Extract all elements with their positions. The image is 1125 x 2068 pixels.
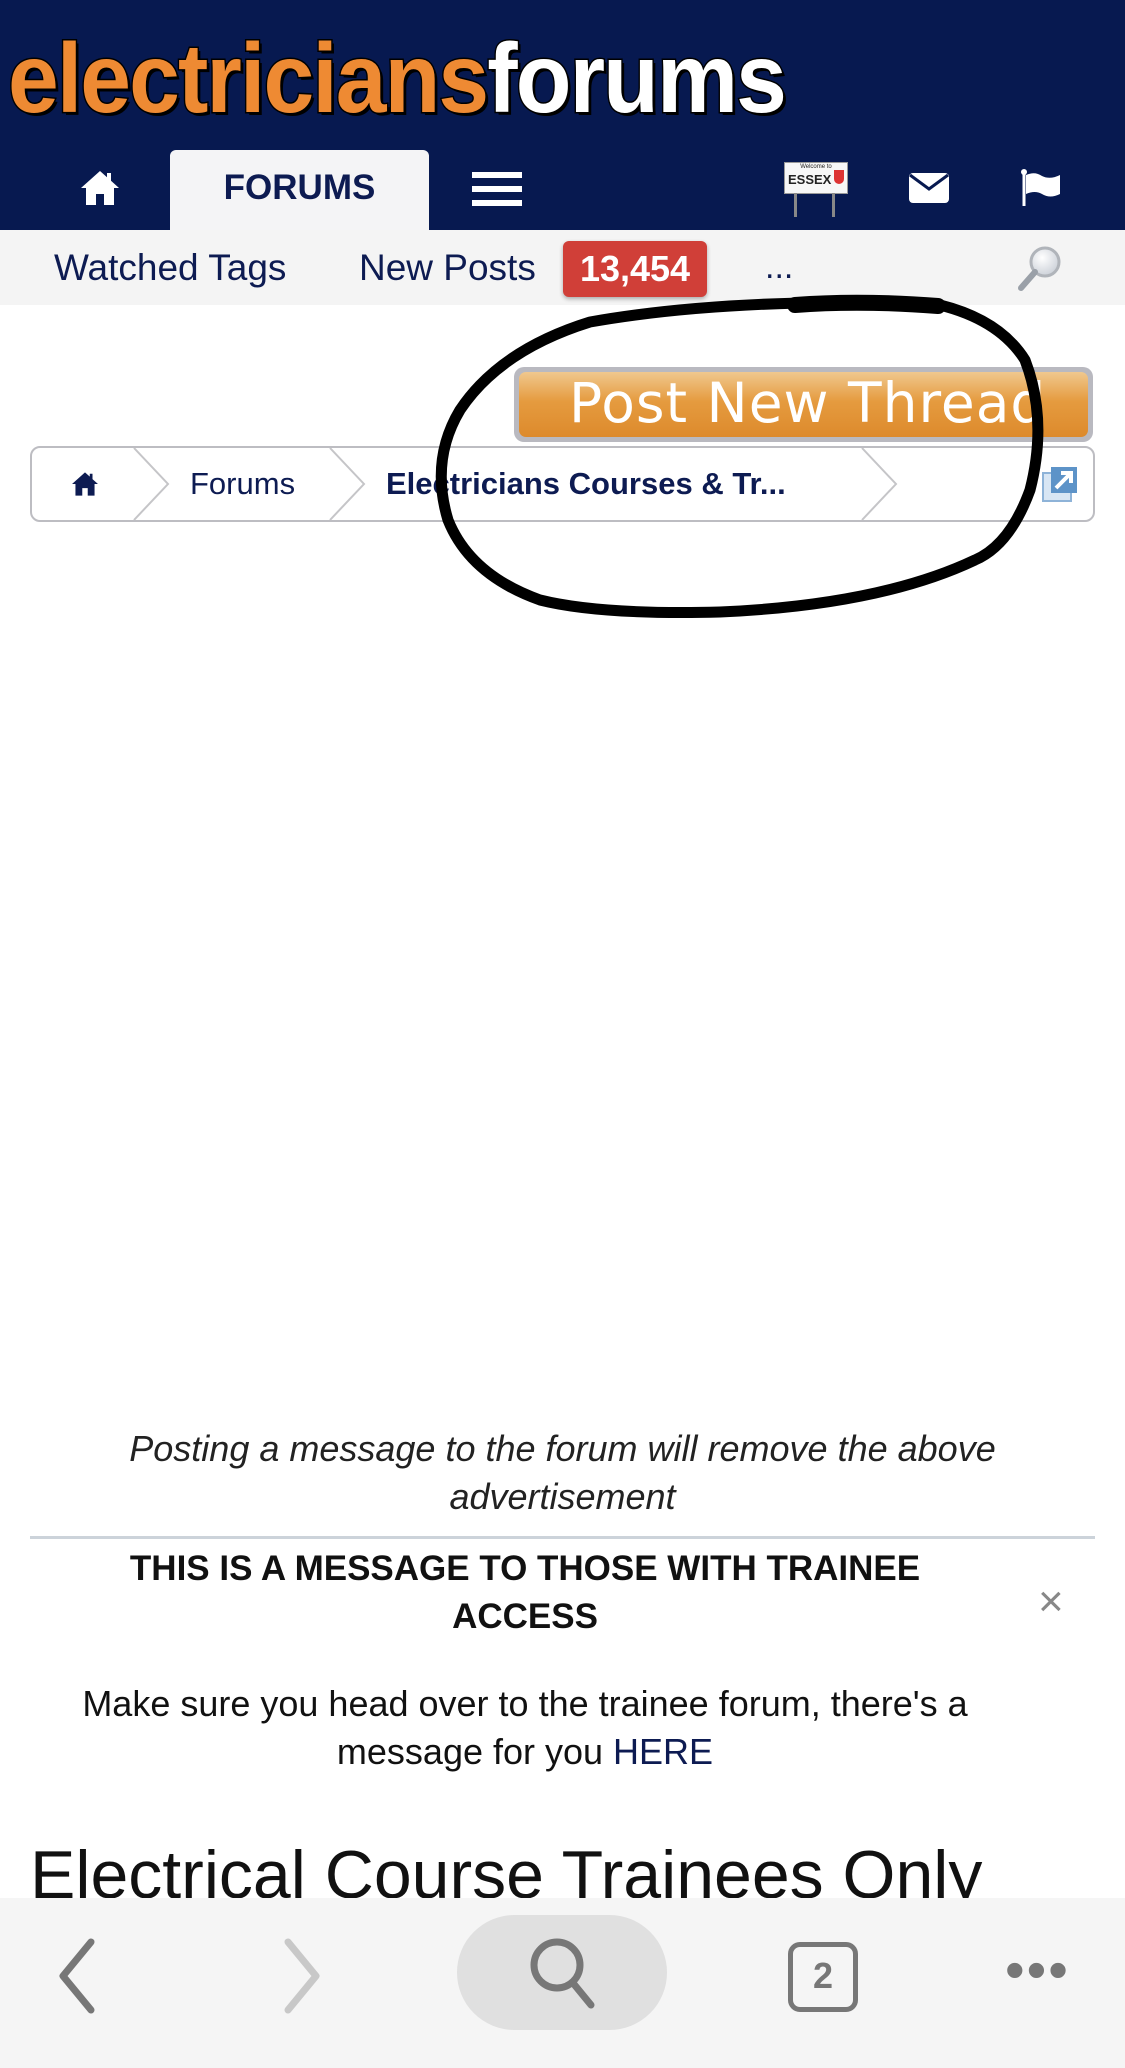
notice-here-link[interactable]: HERE [613, 1731, 713, 1772]
divider [30, 1536, 1095, 1539]
post-new-thread-button[interactable]: Post New Thread [514, 367, 1093, 442]
browser-search-button[interactable] [457, 1915, 667, 2030]
sign-post [794, 193, 797, 217]
watched-tags-link[interactable]: Watched Tags [54, 248, 286, 288]
messages-button[interactable] [908, 172, 950, 204]
more-options-button[interactable]: ••• [1005, 1942, 1070, 1998]
notice-body: Make sure you head over to the trainee f… [30, 1680, 1020, 1776]
external-link-icon [1042, 467, 1077, 502]
envelope-icon [909, 173, 949, 203]
nav-tab-forums[interactable]: FORUMS [170, 150, 429, 230]
breadcrumb-separator [861, 448, 898, 520]
forward-button[interactable] [280, 1936, 324, 2021]
breadcrumb-item-forums[interactable]: Forums [190, 448, 295, 520]
main-nav: FORUMS Welcome to ESSEX [0, 148, 1125, 230]
forum-search-button[interactable] [1016, 244, 1064, 294]
breadcrumb-expand-button[interactable] [1041, 465, 1079, 503]
home-icon [81, 171, 119, 205]
chevron-left-icon [59, 1938, 95, 2014]
site-logo[interactable]: electriciansforums [7, 18, 789, 138]
home-icon [72, 472, 98, 496]
breadcrumb-separator [133, 448, 170, 520]
sub-navigation: Watched Tags New Posts 13,454 ... [0, 230, 1125, 305]
breadcrumb-separator [329, 448, 366, 520]
breadcrumb-home[interactable] [70, 470, 100, 498]
hamburger-menu-icon [472, 172, 522, 206]
breadcrumb-item-current[interactable]: Electricians Courses & Tr... [386, 448, 786, 520]
ellipsis-icon: ••• [1005, 1938, 1070, 2001]
alerts-button[interactable] [1020, 168, 1062, 208]
logo-text-electricians: electricians [7, 22, 491, 135]
shield-icon [834, 170, 844, 184]
new-posts-link[interactable]: New Posts [359, 248, 536, 288]
notice-title: THIS IS A MESSAGE TO THOSE WITH TRAINEE … [129, 1549, 921, 1636]
post-new-thread-label: Post New Thread [519, 372, 1088, 437]
flag-icon [1021, 169, 1060, 206]
site-header: electriciansforums FORUMS Welcome to ESS… [0, 0, 1125, 230]
back-button[interactable] [55, 1936, 99, 2021]
essex-sign-icon[interactable]: Welcome to ESSEX [784, 162, 848, 224]
tabs-button[interactable]: 2 [788, 1942, 858, 2012]
chevron-right-icon [284, 1938, 320, 2014]
nav-home-button[interactable] [78, 168, 122, 208]
new-posts-count-badge[interactable]: 13,454 [563, 241, 707, 297]
essex-sign-text: ESSEX [788, 172, 832, 187]
notice-body-text: Make sure you head over to the trainee f… [82, 1683, 968, 1772]
breadcrumb: Forums Electricians Courses & Tr... [30, 446, 1095, 522]
sign-post [832, 193, 835, 217]
magnifier-icon [1018, 246, 1061, 291]
browser-toolbar: 2 ••• [0, 1898, 1125, 2068]
search-icon [530, 1938, 595, 2009]
essex-sign-board: Welcome to ESSEX [784, 162, 848, 194]
more-menu-button[interactable]: ... [765, 248, 793, 287]
logo-text-forums: forums [486, 22, 788, 135]
notice-close-button[interactable]: × [1038, 1580, 1064, 1624]
ad-removal-notice: Posting a message to the forum will remo… [129, 1428, 996, 1517]
nav-menu-button[interactable] [472, 172, 522, 208]
